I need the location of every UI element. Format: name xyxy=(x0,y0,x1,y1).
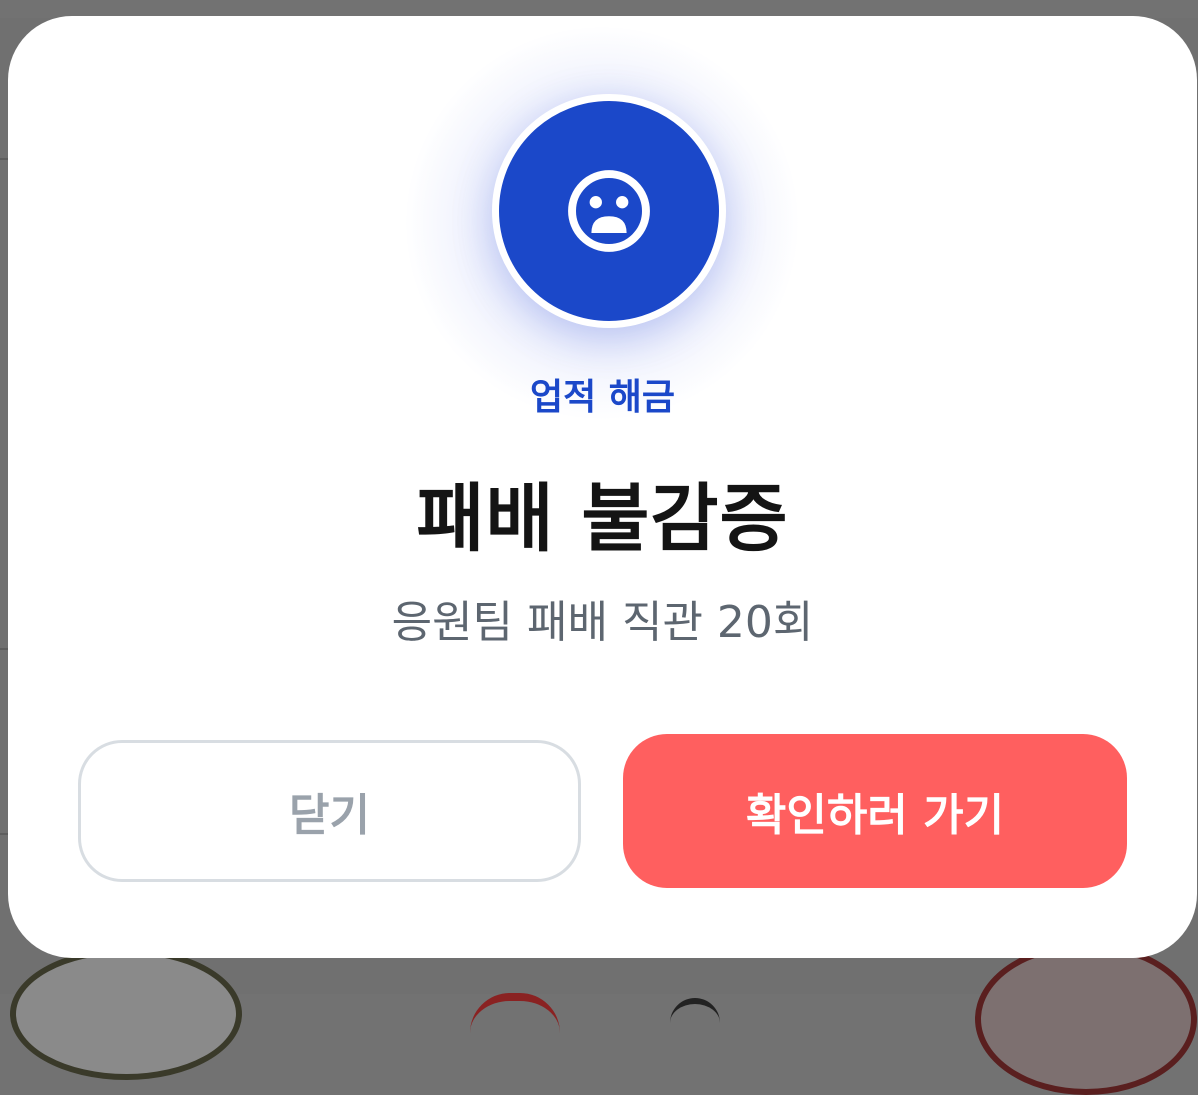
background-score-glyph xyxy=(670,998,720,1034)
background-avatar-left xyxy=(10,948,242,1080)
achievement-badge xyxy=(492,94,726,328)
go-confirm-button[interactable]: 확인하러 가기 xyxy=(623,734,1127,888)
background-avatar-right xyxy=(975,943,1197,1095)
achievement-modal: 업적 해금 패배 불감증 응원팀 패배 직관 20회 닫기 확인하러 가기 xyxy=(8,16,1197,958)
close-button[interactable]: 닫기 xyxy=(78,740,581,882)
achievement-unlocked-label: 업적 해금 xyxy=(529,377,675,418)
achievement-title: 패배 불감증 xyxy=(416,476,789,562)
sad-face-icon xyxy=(568,170,650,252)
background-score-glyph xyxy=(470,993,560,1041)
achievement-description: 응원팀 패배 직관 20회 xyxy=(391,597,814,648)
